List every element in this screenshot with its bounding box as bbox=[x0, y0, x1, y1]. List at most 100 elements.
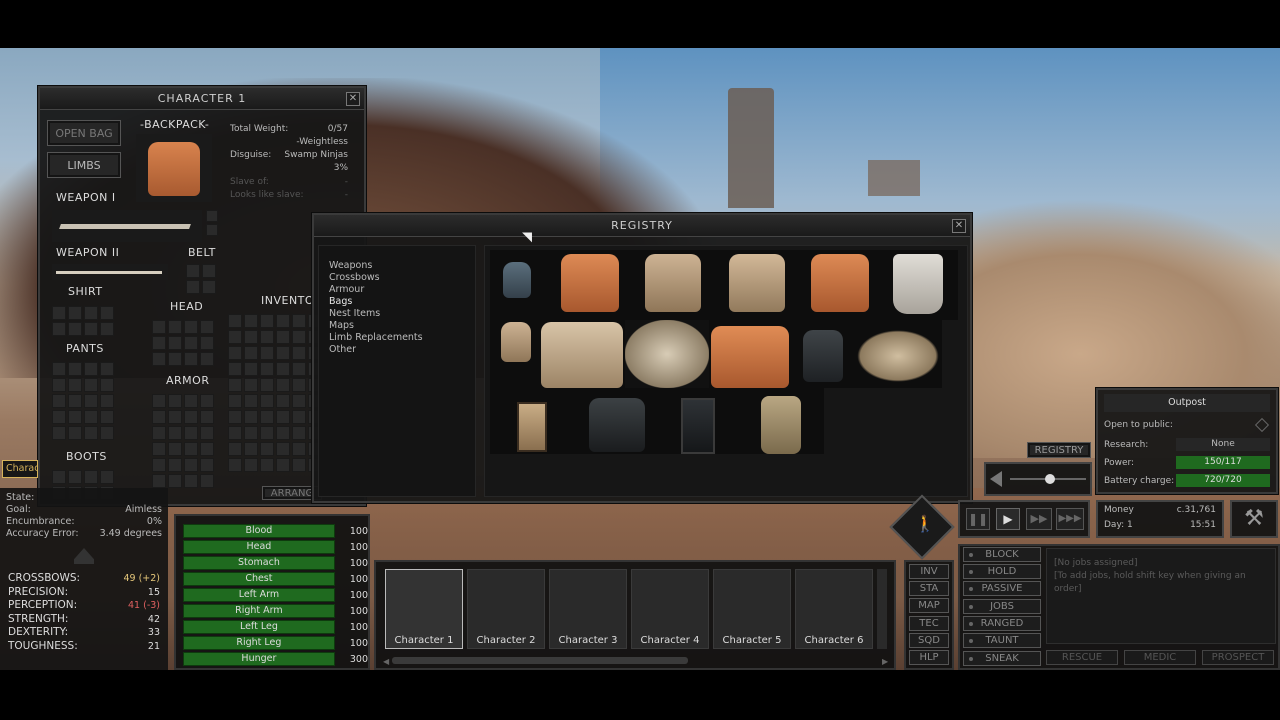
white-pants-item[interactable] bbox=[893, 254, 943, 314]
accuracy-value: 3.49 degrees bbox=[99, 528, 162, 539]
speaker-icon[interactable] bbox=[990, 471, 1002, 487]
inventory-slots[interactable] bbox=[228, 314, 322, 472]
health-row: Right Arm 100 bbox=[183, 603, 368, 619]
rescue-button[interactable]: RESCUE bbox=[1046, 650, 1118, 665]
health-row: Right Leg 100 bbox=[183, 635, 368, 651]
small-tan-bag-item[interactable] bbox=[501, 322, 531, 362]
fastest-forward-icon[interactable]: ▶▶▶ bbox=[1056, 508, 1084, 530]
squad-slot[interactable]: Character 1 bbox=[385, 569, 463, 649]
head-slots[interactable] bbox=[152, 320, 214, 366]
nav-squad-button[interactable]: SQD bbox=[909, 633, 949, 648]
tan-sacks-item[interactable] bbox=[857, 330, 939, 382]
limbs-button[interactable]: LIMBS bbox=[47, 152, 121, 178]
category-bags[interactable]: Bags bbox=[329, 296, 465, 308]
weapon2-slot[interactable] bbox=[52, 264, 168, 280]
squad-scrollbar[interactable] bbox=[392, 657, 688, 664]
orange-backpack-item-2[interactable] bbox=[811, 254, 869, 312]
category-other[interactable]: Other bbox=[329, 344, 465, 356]
orange-backpack-item[interactable] bbox=[561, 254, 619, 312]
large-tan-backpack-item[interactable] bbox=[541, 322, 623, 388]
stat-value: 42 bbox=[147, 613, 160, 625]
tan-backpack-item[interactable] bbox=[645, 254, 701, 312]
collapse-arrow-icon[interactable] bbox=[74, 548, 94, 564]
barrel-pack-item[interactable] bbox=[761, 396, 801, 454]
pause-icon[interactable]: ❚❚ bbox=[966, 508, 990, 530]
health-bar: Hunger bbox=[183, 652, 335, 666]
jobs-empty-text: [No jobs assigned] bbox=[1054, 558, 1138, 568]
order-block-button[interactable]: BLOCK bbox=[963, 547, 1041, 562]
ruined-tower bbox=[728, 88, 774, 208]
close-icon[interactable]: ✕ bbox=[346, 92, 360, 106]
category-nest-items[interactable]: Nest Items bbox=[329, 308, 465, 320]
order-sneak-button[interactable]: SNEAK bbox=[963, 651, 1041, 666]
character-window-title[interactable]: CHARACTER 1 bbox=[40, 88, 364, 110]
dark-frame-pack-item[interactable] bbox=[681, 398, 715, 454]
stat-name: DEXTERITY: bbox=[8, 626, 69, 638]
health-value: 100 bbox=[349, 605, 368, 617]
looks-like-slave-value: - bbox=[344, 190, 348, 200]
stat-value: 15 bbox=[147, 586, 160, 598]
state-label: State: bbox=[6, 492, 35, 503]
belt-label: BELT bbox=[188, 246, 216, 259]
squad-slot[interactable]: Character 2 bbox=[467, 569, 545, 649]
build-hammer-icon[interactable]: ⚒ bbox=[1230, 500, 1278, 538]
squad-slot[interactable]: Character 3 bbox=[549, 569, 627, 649]
squad-slot[interactable]: Character 4 bbox=[631, 569, 709, 649]
nav-map-button[interactable]: MAP bbox=[909, 598, 949, 613]
stat-value: 33 bbox=[147, 627, 160, 638]
inventory-label: INVENTO bbox=[261, 294, 315, 307]
medic-button[interactable]: MEDIC bbox=[1124, 650, 1196, 665]
registry-toggle-button[interactable]: REGISTRY bbox=[1027, 442, 1091, 458]
open-to-public-toggle[interactable] bbox=[1254, 417, 1270, 433]
slave-of-value: - bbox=[344, 177, 348, 187]
sack-bundle-item[interactable] bbox=[625, 320, 709, 388]
order-hold-button[interactable]: HOLD bbox=[963, 564, 1041, 579]
shirt-label: SHIRT bbox=[68, 285, 103, 298]
shirt-slots[interactable] bbox=[52, 306, 114, 336]
order-ranged-button[interactable]: RANGED bbox=[963, 616, 1041, 631]
scroll-left-icon[interactable]: ◀ bbox=[383, 657, 389, 666]
character-tab[interactable]: Charac bbox=[2, 460, 38, 478]
scroll-right-icon[interactable]: ▶ bbox=[882, 657, 888, 666]
frame-pack-item[interactable] bbox=[517, 402, 547, 452]
backpack-slot[interactable] bbox=[136, 134, 212, 202]
category-maps[interactable]: Maps bbox=[329, 320, 465, 332]
squad-slot[interactable]: Character 5 bbox=[713, 569, 791, 649]
prospect-button[interactable]: PROSPECT bbox=[1202, 650, 1274, 665]
belt-slots[interactable] bbox=[186, 264, 216, 294]
pants-slots[interactable] bbox=[52, 362, 114, 440]
nav-stats-button[interactable]: STA bbox=[909, 581, 949, 596]
power-label: Power: bbox=[1104, 457, 1135, 468]
health-value: 100 bbox=[349, 637, 368, 649]
dark-backpack-item[interactable] bbox=[803, 330, 843, 382]
category-crossbows[interactable]: Crossbows bbox=[329, 272, 465, 284]
small-backpack-blue-item[interactable] bbox=[503, 262, 531, 298]
registry-title[interactable]: REGISTRY bbox=[314, 215, 970, 237]
total-weight-value: 0/57 bbox=[327, 124, 348, 134]
category-weapons[interactable]: Weapons bbox=[329, 260, 465, 272]
volume-slider-knob[interactable] bbox=[1044, 474, 1055, 484]
tan-backpack-item-2[interactable] bbox=[729, 254, 785, 312]
weapon1-extra-slots[interactable] bbox=[206, 210, 218, 236]
orange-backpack-item-3[interactable] bbox=[711, 326, 789, 388]
order-passive-button[interactable]: PASSIVE bbox=[963, 581, 1041, 596]
health-row: Left Leg 100 bbox=[183, 619, 368, 635]
weapon1-slot[interactable] bbox=[52, 210, 202, 242]
squad-slot[interactable]: Character 6 bbox=[795, 569, 873, 649]
order-taunt-button[interactable]: TAUNT bbox=[963, 633, 1041, 648]
research-value: None bbox=[1176, 438, 1270, 451]
nav-help-button[interactable]: HLP bbox=[909, 650, 949, 665]
close-icon[interactable]: ✕ bbox=[952, 219, 966, 233]
category-armour[interactable]: Armour bbox=[329, 284, 465, 296]
category-limb-replacements[interactable]: Limb Replacements bbox=[329, 332, 465, 344]
encumbrance-value: 0% bbox=[146, 516, 162, 527]
stat-name: PRECISION: bbox=[8, 585, 69, 598]
open-bag-button[interactable]: OPEN BAG bbox=[47, 120, 121, 146]
armor-slots[interactable] bbox=[152, 394, 214, 488]
play-icon[interactable]: ▶ bbox=[996, 508, 1020, 530]
nav-inventory-button[interactable]: INV bbox=[909, 564, 949, 579]
order-jobs-button[interactable]: JOBS bbox=[963, 599, 1041, 614]
black-backpack-item[interactable] bbox=[589, 398, 645, 452]
fast-forward-icon[interactable]: ▶▶ bbox=[1026, 508, 1052, 530]
nav-tech-button[interactable]: TEC bbox=[909, 616, 949, 631]
